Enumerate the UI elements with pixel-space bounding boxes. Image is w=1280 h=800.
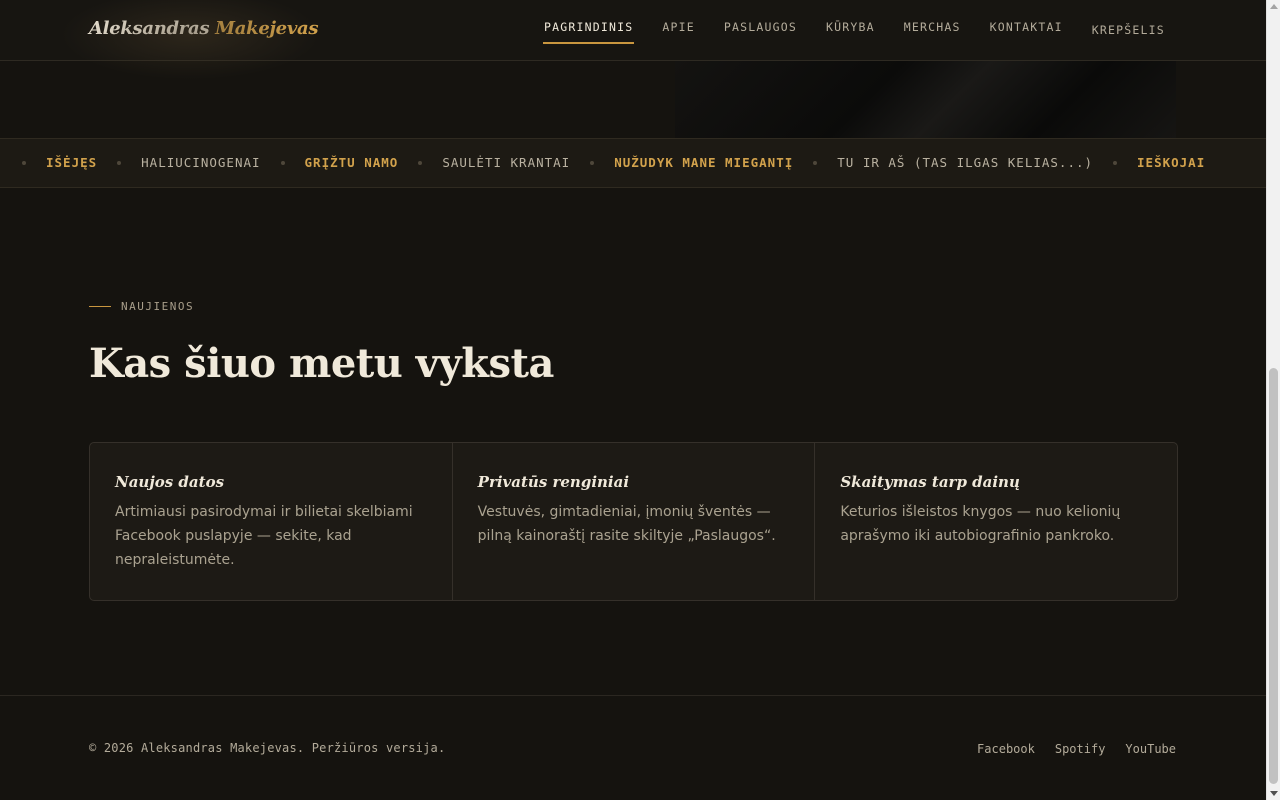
site-header: Aleksandras Makejevas PAGRINDINIS APIE P… bbox=[0, 0, 1266, 61]
scrollbar-thumb[interactable] bbox=[1269, 368, 1278, 784]
footer-links: Facebook Spotify YouTube bbox=[957, 742, 1176, 756]
news-card-title: Naujos datos bbox=[115, 473, 225, 491]
news-card-title: Privatūs renginiai bbox=[477, 473, 630, 491]
eyebrow-label: NAUJIENOS bbox=[121, 300, 195, 313]
footer-link-facebook[interactable]: Facebook bbox=[977, 742, 1035, 756]
news-card: Skaitymas tarp dainų Keturios išleistos … bbox=[815, 443, 1177, 600]
news-card-text: Artimiausi pasirodymai ir bilietai skelb… bbox=[115, 504, 413, 568]
brand-last-name: Makejevas bbox=[215, 18, 319, 39]
copyright: © 2026 Aleksandras Makejevas. Peržiūros … bbox=[89, 741, 446, 755]
ticker-separator-dot-icon bbox=[117, 160, 122, 165]
nav-item-apie[interactable]: APIE bbox=[662, 20, 695, 37]
footer-link-spotify[interactable]: Spotify bbox=[1055, 742, 1106, 756]
nav-item-pagrindinis[interactable]: PAGRINDINIS bbox=[542, 20, 635, 44]
ticker-separator-dot-icon bbox=[280, 160, 285, 165]
ticker-song-title: NUŽUDYK MANE MIEGANTĮ bbox=[614, 155, 794, 170]
ticker-song-title: HALIUCINOGENAI bbox=[141, 155, 261, 170]
news-card: Naujos datos Artimiausi pasirodymai ir b… bbox=[90, 443, 453, 600]
ticker-song-title: SAULĖTI KRANTAI bbox=[442, 155, 571, 170]
eyebrow-line bbox=[89, 306, 111, 307]
ticker-separator-dot-icon bbox=[418, 160, 423, 165]
scroll-down-arrow-icon[interactable] bbox=[1270, 791, 1278, 796]
news-card-text: Vestuvės, gimtadieniai, įmonių šventės —… bbox=[477, 504, 776, 544]
page: Aleksandras Makejevas PAGRINDINIS APIE P… bbox=[0, 0, 1266, 800]
main-nav: PAGRINDINIS APIE PASLAUGOS KŪRYBA MERCHA… bbox=[542, 20, 1165, 44]
ticker-song-title: IŠĖJĘS bbox=[46, 155, 98, 170]
news-card: Privatūs renginiai Vestuvės, gimtadienia… bbox=[453, 443, 816, 600]
site-footer: © 2026 Aleksandras Makejevas. Peržiūros … bbox=[0, 695, 1266, 800]
ticker-track: IŠĖJĘS HALIUCINOGENAI GRĮŽTU NAMO SAULĖTI K… bbox=[2, 155, 1205, 170]
news-cards: Naujos datos Artimiausi pasirodymai ir b… bbox=[89, 442, 1178, 601]
nav-item-kuryba[interactable]: KŪRYBA bbox=[826, 20, 875, 37]
news-card-text: Keturios išleistos knygos — nuo kelionių… bbox=[840, 504, 1121, 544]
song-ticker: IŠĖJĘS HALIUCINOGENAI GRĮŽTU NAMO SAULĖTI K… bbox=[0, 138, 1266, 188]
ticker-separator-dot-icon bbox=[813, 160, 818, 165]
brand-logo[interactable]: Aleksandras Makejevas bbox=[89, 18, 319, 39]
ticker-song-title: IEŠKOJAI bbox=[1137, 155, 1206, 170]
ticker-song-title: TU IR AŠ (TAS ILGAS KELIAS...) bbox=[837, 155, 1094, 170]
hero-photo bbox=[675, 61, 1176, 138]
section-title: Kas šiuo metu vyksta bbox=[89, 340, 554, 387]
nav-item-merchas[interactable]: MERCHAS bbox=[904, 20, 961, 37]
footer-link-youtube[interactable]: YouTube bbox=[1125, 742, 1176, 756]
news-card-title: Skaitymas tarp dainų bbox=[840, 473, 1020, 491]
nav-item-krepselis[interactable]: KREPŠELIS bbox=[1092, 23, 1165, 37]
brand-first-name: Aleksandras bbox=[89, 18, 210, 39]
ticker-separator-dot-icon bbox=[590, 160, 595, 165]
page-scrollbar[interactable] bbox=[1266, 0, 1280, 800]
nav-item-paslaugos[interactable]: PASLAUGOS bbox=[724, 20, 797, 37]
section-eyebrow: NAUJIENOS bbox=[89, 300, 194, 313]
ticker-song-title: GRĮŽTU NAMO bbox=[304, 155, 399, 170]
ticker-separator-dot-icon bbox=[22, 160, 26, 165]
nav-item-kontaktai[interactable]: KONTAKTAI bbox=[990, 20, 1063, 37]
ticker-separator-dot-icon bbox=[1113, 160, 1118, 165]
scroll-up-arrow-icon[interactable] bbox=[1270, 4, 1278, 9]
